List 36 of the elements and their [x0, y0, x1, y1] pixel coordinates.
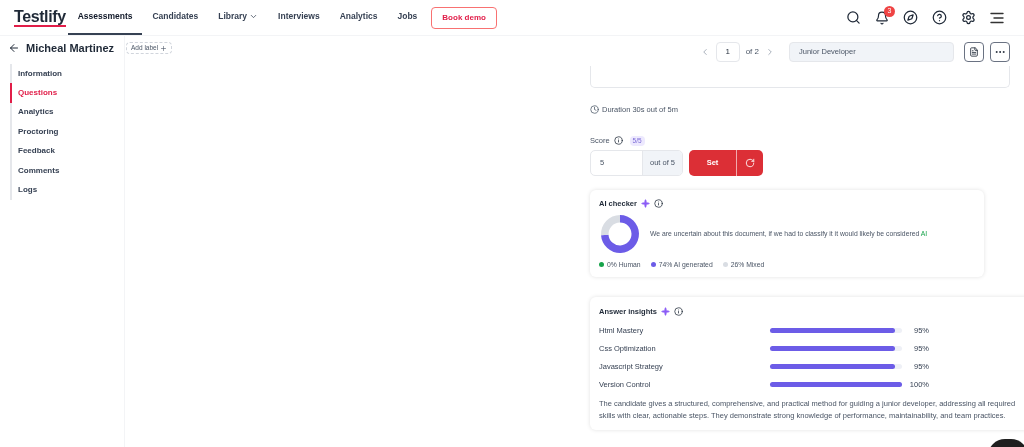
rotate-icon	[745, 157, 755, 168]
more-button[interactable]	[990, 41, 1010, 62]
help-icon[interactable]	[932, 10, 947, 25]
candidate-name: Micheal Martinez	[26, 40, 115, 56]
sparkle-icon	[660, 307, 670, 317]
nav-tab[interactable]: Assessments	[67, 0, 143, 35]
sidebar-item[interactable]: Feedback	[10, 141, 124, 161]
report-button[interactable]	[964, 41, 984, 62]
nav-tab[interactable]: Analytics	[329, 0, 388, 35]
logo[interactable]: Testlify	[14, 8, 66, 27]
menu-icon[interactable]	[990, 11, 1004, 24]
back-arrow-icon[interactable]	[8, 42, 20, 54]
info-icon[interactable]	[613, 136, 623, 146]
sparkle-icon	[640, 198, 650, 208]
sidebar-item[interactable]: Analytics	[10, 102, 124, 123]
info-icon[interactable]	[653, 198, 663, 208]
nav-tab[interactable]: Jobs	[387, 0, 428, 35]
nav-tab[interactable]: Interviews	[268, 0, 330, 35]
page-number-field[interactable]: 1	[715, 41, 740, 62]
bell-icon[interactable]	[875, 10, 889, 25]
sidebar-item[interactable]: Logs	[10, 180, 124, 200]
sidebar-item[interactable]: Comments	[10, 160, 124, 181]
plus-icon	[160, 44, 168, 52]
nav-tab[interactable]: Library	[208, 0, 269, 35]
search-icon[interactable]	[846, 10, 861, 25]
info-icon[interactable]	[673, 307, 683, 317]
sidebar-item[interactable]: Information	[10, 64, 124, 84]
clock-icon	[590, 105, 599, 115]
page-total: of 2	[745, 45, 759, 58]
sidebar-item[interactable]: Questions	[10, 83, 124, 103]
sidebar-item[interactable]: Proctoring	[10, 122, 124, 142]
compass-icon[interactable]	[903, 10, 918, 25]
document-icon	[969, 46, 979, 57]
book-demo-button[interactable]: Book demo	[431, 6, 497, 29]
settings-icon[interactable]	[961, 10, 976, 25]
nav-tab[interactable]: Candidates	[142, 0, 209, 35]
